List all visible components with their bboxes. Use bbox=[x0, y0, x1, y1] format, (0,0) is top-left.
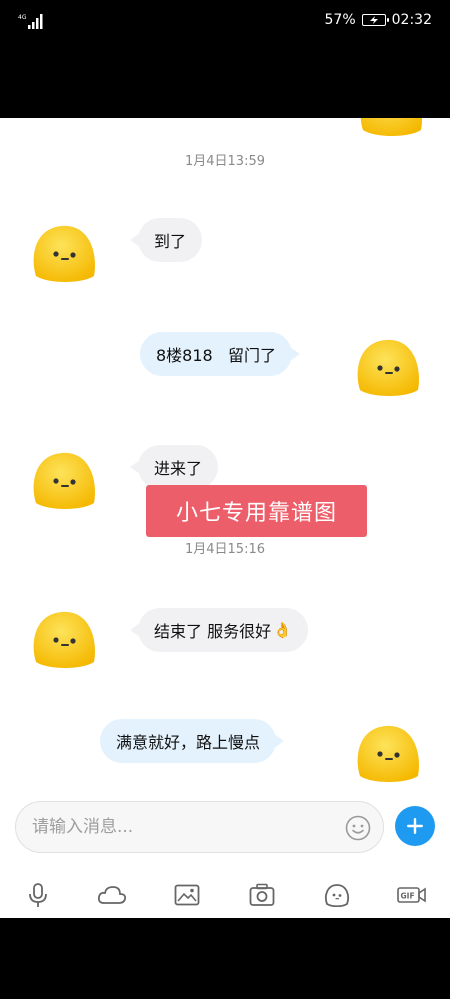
svg-text:4G: 4G bbox=[18, 14, 27, 21]
avatar[interactable] bbox=[352, 718, 424, 784]
gif-icon: GIF bbox=[397, 887, 426, 903]
ok-hand-emoji-icon: 👌 bbox=[273, 621, 292, 639]
camera-icon bbox=[249, 883, 275, 906]
avatar[interactable] bbox=[352, 332, 424, 398]
message-bubble-outgoing[interactable]: 满意就好，路上慢点 bbox=[100, 719, 285, 763]
message-bubble-incoming[interactable]: 进来了 bbox=[129, 445, 219, 489]
navigation-bar bbox=[0, 918, 450, 999]
chat-area[interactable]: 1月4日13:59 到了 8楼818 留门了 进来了 1月4日15:16 小七专… bbox=[0, 118, 450, 918]
message-bubble-incoming[interactable]: 到了 bbox=[129, 218, 203, 262]
message-text: 结束了 服务很好 bbox=[154, 622, 272, 641]
timestamp: 1月4日13:59 bbox=[184, 154, 265, 169]
message-bubble-incoming[interactable]: 结束了 服务很好 👌 bbox=[130, 608, 308, 652]
ghost-emoji-button[interactable] bbox=[322, 880, 352, 910]
battery-percent: 57% bbox=[324, 12, 356, 28]
cloud-icon bbox=[97, 886, 127, 904]
message-text: 满意就好，路上慢点 bbox=[116, 733, 261, 752]
avatar[interactable] bbox=[28, 218, 100, 284]
camera-button[interactable] bbox=[247, 880, 277, 910]
status-bar: 4G 57% 02:32 bbox=[0, 0, 450, 42]
cloud-button[interactable] bbox=[97, 880, 127, 910]
gif-button[interactable]: GIF bbox=[396, 880, 428, 910]
message-text: 8楼818 留门了 bbox=[156, 346, 276, 365]
plus-icon bbox=[407, 818, 423, 834]
message-input[interactable] bbox=[32, 802, 332, 852]
input-toolbar: GIF bbox=[0, 876, 450, 918]
emoji-ghost-icon bbox=[324, 884, 350, 907]
message-text: 进来了 bbox=[154, 459, 203, 478]
plus-button[interactable] bbox=[395, 806, 435, 846]
watermark-banner: 小七专用靠谱图 bbox=[146, 485, 367, 537]
message-input-container[interactable] bbox=[15, 801, 384, 853]
smile-icon[interactable] bbox=[345, 815, 371, 841]
avatar[interactable] bbox=[28, 604, 100, 670]
message-text: 到了 bbox=[154, 232, 187, 251]
battery-charging-icon bbox=[361, 14, 389, 26]
voice-button[interactable] bbox=[23, 880, 53, 910]
timestamp: 1月4日15:16 bbox=[184, 542, 265, 557]
microphone-icon bbox=[29, 883, 47, 907]
image-button[interactable] bbox=[172, 880, 202, 910]
avatar-partial bbox=[355, 118, 427, 138]
message-bubble-outgoing[interactable]: 8楼818 留门了 bbox=[140, 332, 300, 376]
image-icon bbox=[174, 884, 200, 906]
svg-text:GIF: GIF bbox=[401, 892, 415, 901]
signal-icon: 4G bbox=[18, 14, 43, 29]
message-input-row bbox=[0, 801, 450, 857]
avatar[interactable] bbox=[28, 445, 100, 511]
clock: 02:32 bbox=[391, 12, 432, 28]
